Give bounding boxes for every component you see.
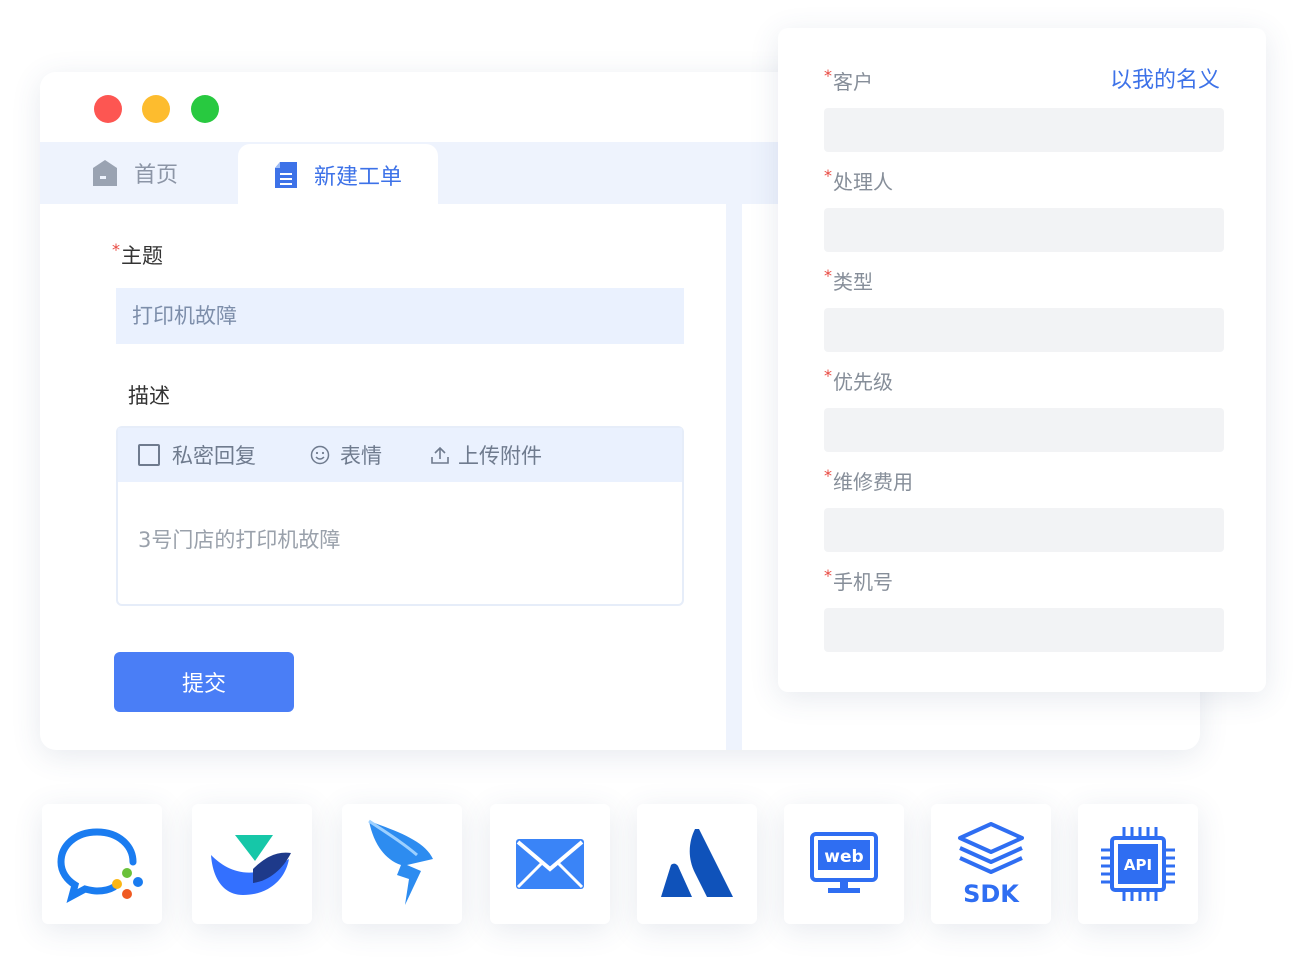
web-icon: web bbox=[810, 832, 878, 893]
submit-button[interactable]: 提交 bbox=[114, 652, 294, 712]
smiley-icon bbox=[310, 445, 330, 465]
customer-field[interactable] bbox=[824, 108, 1224, 152]
emoji-label: 表情 bbox=[340, 444, 382, 468]
wecom-icon bbox=[57, 828, 143, 903]
emoji-button[interactable]: 表情 bbox=[310, 440, 382, 470]
atlassian-icon bbox=[661, 829, 733, 897]
subject-input[interactable]: 打印机故障 bbox=[116, 288, 684, 344]
description-editor[interactable]: 私密回复 表情 上传附件 3号门店的打印机故障 bbox=[116, 426, 684, 606]
private-reply-checkbox[interactable]: 私密回复 bbox=[138, 440, 256, 470]
subject-label-text: 主题 bbox=[121, 244, 163, 268]
integration-wecom[interactable] bbox=[42, 804, 162, 924]
tab-new-ticket-label: 新建工单 bbox=[313, 165, 402, 190]
required-mark: * bbox=[112, 240, 120, 259]
sdk-icon: SDK bbox=[958, 822, 1024, 906]
email-icon bbox=[516, 839, 584, 889]
phone-label-text: 手机号 bbox=[833, 570, 893, 594]
close-window-button[interactable] bbox=[94, 95, 122, 123]
required-mark: * bbox=[824, 266, 832, 285]
type-label-text: 类型 bbox=[833, 270, 873, 294]
web-icon-label: web bbox=[824, 847, 863, 867]
repair-cost-label: *维修费用 bbox=[824, 466, 913, 495]
integration-web[interactable]: web bbox=[784, 804, 904, 924]
priority-field[interactable] bbox=[824, 408, 1224, 452]
priority-label-text: 优先级 bbox=[833, 370, 893, 394]
phone-field[interactable] bbox=[824, 608, 1224, 652]
type-field[interactable] bbox=[824, 308, 1224, 352]
upload-attachment-button[interactable]: 上传附件 bbox=[430, 440, 542, 470]
integration-atlassian[interactable] bbox=[637, 804, 757, 924]
tab-home-label: 首页 bbox=[134, 163, 179, 188]
integration-sdk[interactable]: SDK bbox=[931, 804, 1051, 924]
assignee-label-text: 处理人 bbox=[833, 170, 893, 194]
integration-dingtalk[interactable] bbox=[342, 804, 462, 924]
home-icon bbox=[93, 160, 117, 186]
content-divider bbox=[726, 204, 742, 750]
minimize-window-button[interactable] bbox=[142, 95, 170, 123]
repair-cost-label-text: 维修费用 bbox=[833, 470, 913, 494]
integration-feishu[interactable] bbox=[192, 804, 312, 924]
feishu-icon bbox=[211, 835, 291, 895]
phone-label: *手机号 bbox=[824, 566, 893, 595]
description-label: 描述 bbox=[128, 384, 170, 408]
customer-label: *客户 bbox=[824, 66, 873, 95]
description-text[interactable]: 3号门店的打印机故障 bbox=[138, 524, 340, 554]
maximize-window-button[interactable] bbox=[191, 95, 219, 123]
assignee-label: *处理人 bbox=[824, 166, 893, 195]
required-mark: * bbox=[824, 466, 832, 485]
tab-new-ticket[interactable]: 新建工单 bbox=[238, 144, 438, 206]
api-icon-label: API bbox=[1124, 856, 1152, 874]
assignee-field[interactable] bbox=[824, 208, 1224, 252]
repair-cost-field[interactable] bbox=[824, 508, 1224, 552]
integration-email[interactable] bbox=[490, 804, 610, 924]
private-reply-label: 私密回复 bbox=[172, 444, 256, 468]
required-mark: * bbox=[824, 166, 832, 185]
document-icon bbox=[274, 162, 297, 188]
required-mark: * bbox=[824, 566, 832, 585]
api-icon: API bbox=[1101, 827, 1175, 901]
checkbox-icon bbox=[138, 444, 160, 466]
type-label: *类型 bbox=[824, 266, 873, 295]
required-mark: * bbox=[824, 366, 832, 385]
upload-icon bbox=[431, 446, 449, 464]
editor-toolbar: 私密回复 表情 上传附件 bbox=[118, 428, 682, 482]
subject-label: *主题 bbox=[112, 240, 163, 270]
as-myself-link[interactable]: 以我的名义 bbox=[1110, 62, 1220, 94]
ticket-properties-panel: 以我的名义 *客户 *处理人 *类型 *优先级 *维修费用 *手机号 bbox=[778, 28, 1266, 692]
integration-api[interactable]: API bbox=[1078, 804, 1198, 924]
customer-label-text: 客户 bbox=[833, 70, 873, 94]
tab-home[interactable]: 首页 bbox=[92, 142, 178, 204]
sdk-icon-label: SDK bbox=[963, 880, 1020, 906]
upload-label: 上传附件 bbox=[458, 444, 542, 468]
dingtalk-icon bbox=[368, 819, 433, 905]
priority-label: *优先级 bbox=[824, 366, 893, 395]
required-mark: * bbox=[824, 66, 832, 85]
